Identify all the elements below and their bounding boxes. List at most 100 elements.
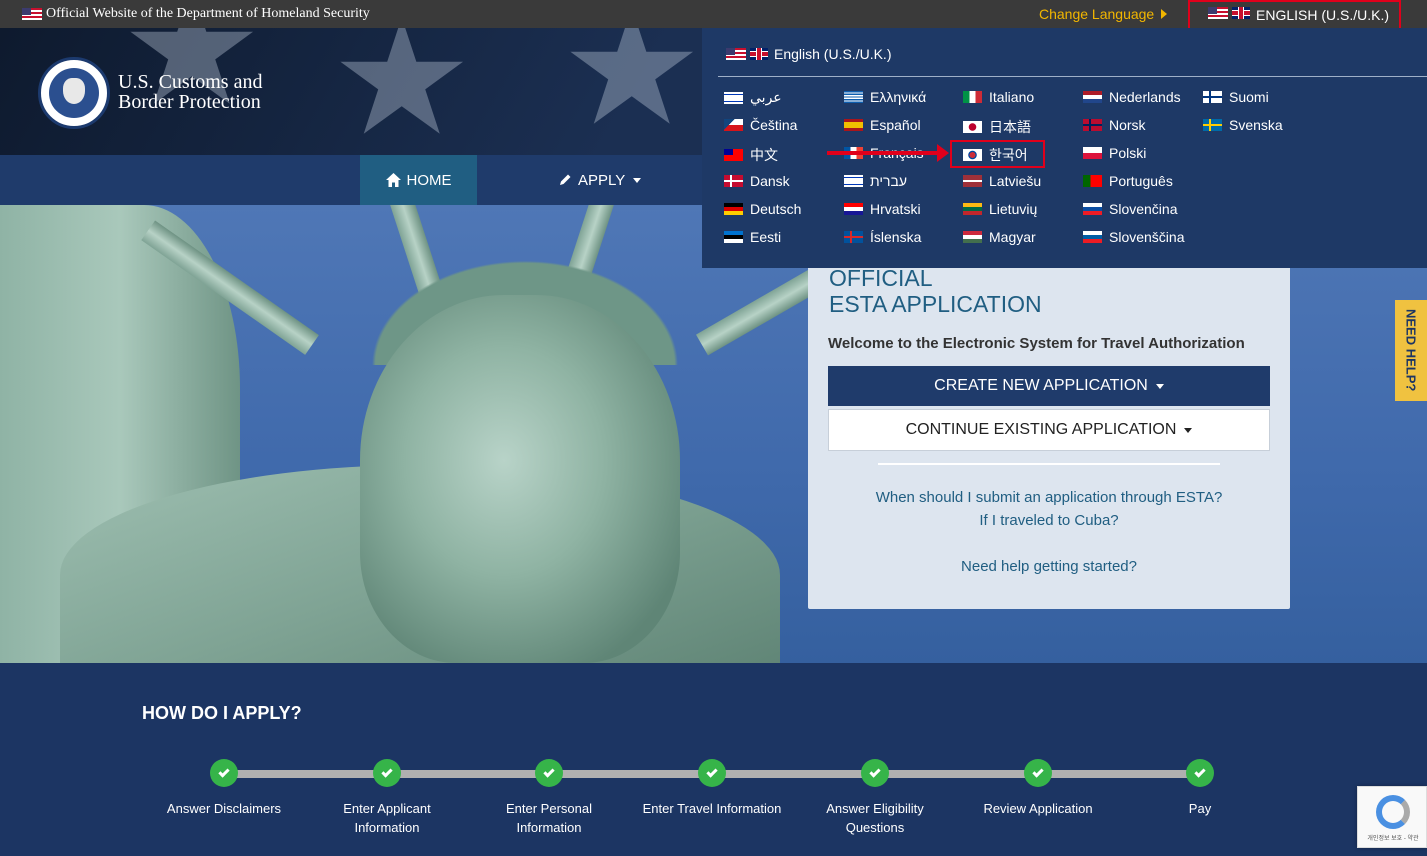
iceland-flag-icon — [844, 231, 863, 243]
language-option[interactable]: Português — [1083, 173, 1173, 189]
language-option[interactable]: 中文 — [724, 145, 778, 165]
pencil-icon — [560, 174, 571, 185]
language-option[interactable]: Íslenska — [844, 229, 921, 245]
link-help-getting-started[interactable]: Need help getting started? — [808, 558, 1290, 575]
uk-flag-icon — [750, 48, 768, 60]
recaptcha-badge[interactable]: 개인정보 보호 - 약관 — [1357, 786, 1427, 848]
language-option-label: Ελληνικά — [870, 89, 927, 105]
change-language-label[interactable]: Change Language — [1039, 6, 1154, 22]
step-complete-check-icon — [210, 759, 238, 787]
language-option[interactable]: Suomi — [1203, 89, 1269, 105]
hungary-flag-icon — [963, 231, 982, 243]
language-option-label: Suomi — [1229, 89, 1269, 105]
norway-flag-icon — [1083, 119, 1102, 131]
create-new-application-button[interactable]: CREATE NEW APPLICATION — [828, 366, 1270, 406]
language-option-label: Lietuvių — [989, 201, 1038, 217]
caret-down-icon — [1184, 427, 1193, 433]
continue-existing-application-button[interactable]: CONTINUE EXISTING APPLICATION — [828, 409, 1270, 451]
create-button-label: CREATE NEW APPLICATION — [934, 377, 1148, 394]
step-label-line1: Enter Travel Information — [642, 801, 782, 816]
language-option[interactable]: Slovenčina — [1083, 201, 1178, 217]
latvia-flag-icon — [963, 175, 982, 187]
step-label-line2: Information — [354, 820, 420, 835]
home-icon — [385, 173, 401, 187]
statue-head-image — [360, 295, 680, 663]
language-option[interactable]: 日本語 — [963, 117, 1031, 137]
language-option[interactable]: Čeština — [724, 117, 797, 133]
language-option[interactable]: עברית — [844, 173, 907, 189]
language-option[interactable]: Slovenščina — [1083, 229, 1185, 245]
recaptcha-icon — [1376, 795, 1410, 829]
language-option[interactable]: Deutsch — [724, 201, 801, 217]
step-label-line1: Review Application — [983, 801, 1093, 816]
croatia-flag-icon — [844, 203, 863, 215]
welcome-text: Welcome to the Electronic System for Tra… — [828, 335, 1245, 352]
agency-name-line2: Border Protection — [118, 91, 261, 113]
language-menu-header[interactable]: English (U.S./U.K.) — [726, 46, 891, 62]
language-option-label: Slovenčina — [1109, 201, 1178, 217]
step-complete-check-icon — [698, 759, 726, 787]
language-option-label: Deutsch — [750, 201, 802, 217]
language-dropdown: English (U.S./U.K.) عربي Čeština 中文 Dansk De… — [702, 28, 1427, 268]
language-option[interactable]: Svenska — [1203, 117, 1283, 133]
us-flag-icon — [22, 8, 42, 20]
step-label-line1: Enter Applicant — [343, 801, 431, 816]
step-label: Review Application — [963, 799, 1113, 818]
step-label-line2: Information — [516, 820, 582, 835]
language-option-label: Íslenska — [870, 229, 922, 245]
nav-home[interactable]: HOME — [360, 155, 477, 205]
step-label: Enter Travel Information — [637, 799, 787, 818]
annotation-arrow — [827, 144, 949, 162]
step-label-line1: Answer Eligibility — [826, 801, 924, 816]
step-label-line1: Enter Personal — [506, 801, 592, 816]
card-title: OFFICIAL ESTA APPLICATION — [829, 265, 1042, 317]
how-to-apply-title: HOW DO I APPLY? — [142, 703, 302, 723]
agency-name[interactable]: U.S. Customs and Border Protection — [118, 72, 262, 112]
lithuania-flag-icon — [963, 203, 982, 215]
language-option[interactable]: Nederlands — [1083, 89, 1181, 105]
need-help-tab[interactable]: NEED HELP? — [1395, 300, 1427, 401]
step-complete-check-icon — [1024, 759, 1052, 787]
step-label-line1: Answer Disclaimers — [166, 801, 282, 816]
link-cuba[interactable]: If I traveled to Cuba? — [808, 512, 1290, 529]
language-option[interactable]: Magyar — [963, 229, 1036, 245]
language-option-label: Polski — [1109, 145, 1147, 161]
language-option[interactable]: Polski — [1083, 145, 1146, 161]
finland-flag-icon — [1203, 91, 1222, 103]
dhs-seal-logo[interactable] — [38, 57, 110, 129]
us-flag-icon — [1208, 7, 1228, 19]
language-option[interactable]: Eesti — [724, 229, 781, 245]
germany-flag-icon — [724, 203, 743, 215]
language-option-label: Hrvatski — [870, 201, 921, 217]
language-option[interactable]: Italiano — [963, 89, 1034, 105]
language-option[interactable]: Hrvatski — [844, 201, 921, 217]
portugal-flag-icon — [1083, 175, 1102, 187]
language-option[interactable]: Lietuvių — [963, 201, 1037, 217]
link-when-to-submit[interactable]: When should I submit an application thro… — [808, 489, 1290, 506]
caret-down-icon — [633, 177, 642, 183]
language-option-label: 中文 — [750, 147, 778, 163]
sweden-flag-icon — [1203, 119, 1222, 131]
esta-card: OFFICIAL ESTA APPLICATION Welcome to the… — [808, 255, 1290, 609]
step-label: Pay — [1125, 799, 1275, 818]
top-bar: Official Website of the Department of Ho… — [0, 0, 1427, 32]
language-option[interactable]: عربي — [724, 89, 782, 106]
step-complete-check-icon — [861, 759, 889, 787]
nav-apply[interactable]: APPLY — [558, 155, 642, 205]
recaptcha-text: 개인정보 보호 - 약관 — [1367, 836, 1419, 842]
annotation-highlight-korean — [950, 140, 1045, 168]
nav-apply-label: APPLY — [578, 171, 626, 189]
step-complete-check-icon — [373, 759, 401, 787]
language-option[interactable]: Latviešu — [963, 173, 1041, 189]
continue-button-label: CONTINUE EXISTING APPLICATION — [905, 421, 1177, 438]
language-option[interactable]: Ελληνικά — [844, 89, 926, 105]
step-label: Enter Applicant Information — [312, 799, 462, 837]
card-divider — [878, 463, 1220, 465]
language-option[interactable]: Dansk — [724, 173, 790, 189]
nav-home-label: HOME — [406, 171, 452, 189]
language-option-label: עברית — [870, 173, 908, 189]
language-menu-divider — [718, 76, 1427, 77]
language-option[interactable]: Español — [844, 117, 921, 133]
language-option[interactable]: Norsk — [1083, 117, 1146, 133]
israel-flag-icon — [724, 91, 743, 104]
